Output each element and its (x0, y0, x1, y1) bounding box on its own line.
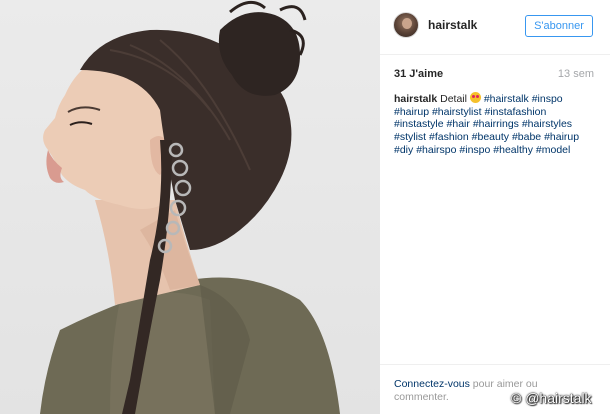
hashtag-link[interactable]: #hairstalk (484, 93, 529, 105)
post-time[interactable]: 13 sem (558, 68, 594, 80)
post-side-panel: hairstalk S'abonner 31 J'aime 13 sem hai… (380, 0, 610, 414)
hashtag-link[interactable]: #inspo (459, 144, 490, 156)
hashtag-link[interactable]: #instastyle (394, 118, 444, 130)
hashtag-link[interactable]: #hair (447, 118, 470, 130)
hashtag-link[interactable]: #hairspo (416, 144, 456, 156)
hashtag-link[interactable]: #healthy (493, 144, 533, 156)
likes-count[interactable]: 31 J'aime (394, 68, 443, 80)
instagram-post: hairstalk S'abonner 31 J'aime 13 sem hai… (0, 0, 610, 414)
follow-button[interactable]: S'abonner (525, 15, 593, 37)
hashtag-link[interactable]: #hairup (544, 131, 579, 143)
heart-eyes-emoji-icon (469, 92, 481, 103)
hashtag-link[interactable]: #diy (394, 144, 413, 156)
login-link[interactable]: Connectez-vous (394, 378, 470, 390)
woman-profile-illustration (40, 0, 340, 414)
hashtag-link[interactable]: #instafashion (484, 106, 546, 118)
hashtag-link[interactable]: #model (536, 144, 570, 156)
hashtag-link[interactable]: #hairup (394, 106, 429, 118)
hashtag-link[interactable]: #inspo (532, 93, 563, 105)
post-caption: hairstalk Detail #hairstalk #inspo #hair… (394, 92, 594, 157)
hashtag-link[interactable]: #babe (512, 131, 541, 143)
username-link[interactable]: hairstalk (428, 18, 477, 32)
comment-box: Connectez-vous pour aimer ou commenter. … (380, 364, 610, 414)
hashtag-link[interactable]: #hairstylist (432, 106, 482, 118)
hashtag-link[interactable]: #beauty (472, 131, 509, 143)
hashtag-link[interactable]: #fashion (429, 131, 469, 143)
hashtag-link[interactable]: #hairrings (473, 118, 519, 130)
hashtag-link[interactable]: #stylist (394, 131, 426, 143)
post-photo[interactable] (0, 0, 380, 414)
caption-text: Detail (440, 93, 467, 105)
avatar[interactable] (393, 12, 419, 38)
hashtag-link[interactable]: #hairstyles (522, 118, 572, 130)
post-stats: 31 J'aime 13 sem (394, 68, 594, 84)
post-header: hairstalk S'abonner (380, 0, 610, 55)
caption-author-link[interactable]: hairstalk (394, 93, 437, 105)
watermark: © @hairstalk (511, 390, 592, 406)
